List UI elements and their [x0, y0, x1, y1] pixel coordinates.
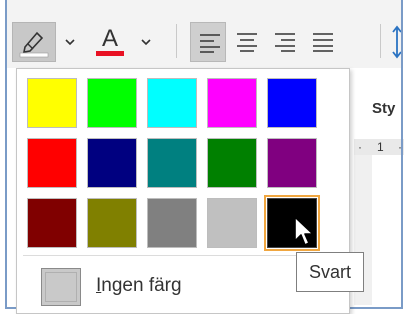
- color-swatch-dark-blue[interactable]: [87, 138, 137, 188]
- no-color-swatch-icon[interactable]: [41, 268, 81, 306]
- no-color-option[interactable]: Ingen färg: [96, 275, 182, 297]
- color-swatch-dark-yellow[interactable]: [87, 198, 137, 248]
- color-swatch-gray-25[interactable]: [207, 198, 257, 248]
- color-swatch-red[interactable]: [27, 138, 77, 188]
- color-tooltip: Svart: [296, 252, 364, 292]
- color-swatch-pink[interactable]: [207, 78, 257, 128]
- color-swatch-dark-red[interactable]: [27, 198, 77, 248]
- color-swatch-green[interactable]: [207, 138, 257, 188]
- color-swatch-violet[interactable]: [267, 138, 317, 188]
- no-color-label: ngen färg: [101, 275, 182, 296]
- color-swatch-turquoise[interactable]: [147, 78, 197, 128]
- color-swatch-yellow[interactable]: [27, 78, 77, 128]
- color-swatch-bright-green[interactable]: [87, 78, 137, 128]
- color-swatch-gray-50[interactable]: [147, 198, 197, 248]
- color-swatch-teal[interactable]: [147, 138, 197, 188]
- mouse-pointer-icon: [294, 216, 314, 246]
- color-swatch-blue[interactable]: [267, 78, 317, 128]
